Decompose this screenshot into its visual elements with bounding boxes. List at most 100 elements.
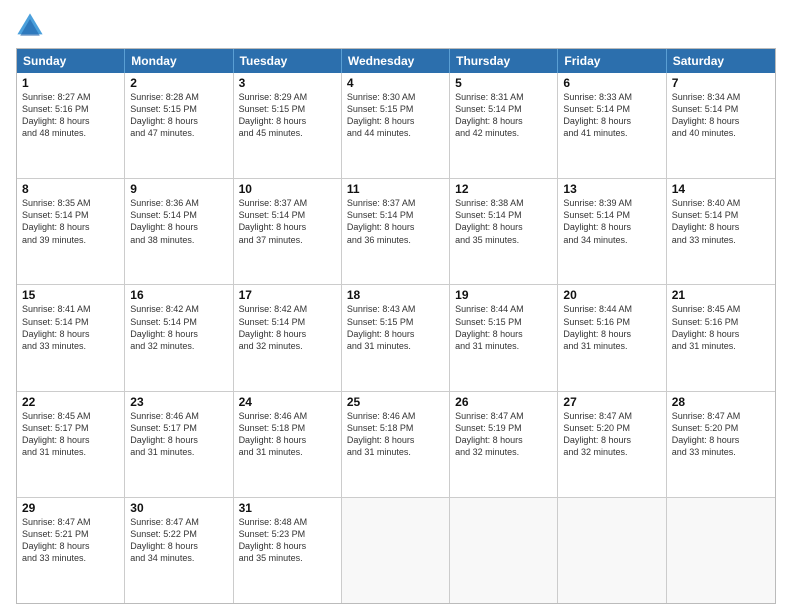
day-info: Sunrise: 8:37 AM Sunset: 5:14 PM Dayligh… (347, 197, 444, 246)
day-info: Sunrise: 8:46 AM Sunset: 5:18 PM Dayligh… (347, 410, 444, 459)
day-number: 25 (347, 395, 444, 409)
calendar-cell: 2Sunrise: 8:28 AM Sunset: 5:15 PM Daylig… (125, 73, 233, 178)
day-number: 6 (563, 76, 660, 90)
day-number: 9 (130, 182, 227, 196)
day-number: 13 (563, 182, 660, 196)
day-info: Sunrise: 8:30 AM Sunset: 5:15 PM Dayligh… (347, 91, 444, 140)
day-number: 10 (239, 182, 336, 196)
day-number: 21 (672, 288, 770, 302)
header-day-monday: Monday (125, 49, 233, 73)
day-number: 4 (347, 76, 444, 90)
logo-icon (16, 12, 44, 40)
day-number: 3 (239, 76, 336, 90)
day-number: 5 (455, 76, 552, 90)
day-number: 24 (239, 395, 336, 409)
calendar-cell: 22Sunrise: 8:45 AM Sunset: 5:17 PM Dayli… (17, 392, 125, 497)
day-number: 14 (672, 182, 770, 196)
day-number: 29 (22, 501, 119, 515)
calendar: SundayMondayTuesdayWednesdayThursdayFrid… (16, 48, 776, 604)
day-number: 26 (455, 395, 552, 409)
calendar-cell: 21Sunrise: 8:45 AM Sunset: 5:16 PM Dayli… (667, 285, 775, 390)
day-info: Sunrise: 8:47 AM Sunset: 5:20 PM Dayligh… (672, 410, 770, 459)
day-number: 17 (239, 288, 336, 302)
calendar-cell: 4Sunrise: 8:30 AM Sunset: 5:15 PM Daylig… (342, 73, 450, 178)
day-number: 1 (22, 76, 119, 90)
calendar-cell: 17Sunrise: 8:42 AM Sunset: 5:14 PM Dayli… (234, 285, 342, 390)
calendar-row-4: 22Sunrise: 8:45 AM Sunset: 5:17 PM Dayli… (17, 392, 775, 498)
day-number: 19 (455, 288, 552, 302)
calendar-cell (667, 498, 775, 603)
header-day-friday: Friday (558, 49, 666, 73)
calendar-cell: 13Sunrise: 8:39 AM Sunset: 5:14 PM Dayli… (558, 179, 666, 284)
header-day-sunday: Sunday (17, 49, 125, 73)
day-number: 27 (563, 395, 660, 409)
calendar-cell: 9Sunrise: 8:36 AM Sunset: 5:14 PM Daylig… (125, 179, 233, 284)
header-day-saturday: Saturday (667, 49, 775, 73)
day-number: 28 (672, 395, 770, 409)
day-info: Sunrise: 8:28 AM Sunset: 5:15 PM Dayligh… (130, 91, 227, 140)
header-day-wednesday: Wednesday (342, 49, 450, 73)
day-info: Sunrise: 8:38 AM Sunset: 5:14 PM Dayligh… (455, 197, 552, 246)
day-number: 12 (455, 182, 552, 196)
calendar-cell: 23Sunrise: 8:46 AM Sunset: 5:17 PM Dayli… (125, 392, 233, 497)
day-info: Sunrise: 8:29 AM Sunset: 5:15 PM Dayligh… (239, 91, 336, 140)
day-info: Sunrise: 8:45 AM Sunset: 5:16 PM Dayligh… (672, 303, 770, 352)
day-info: Sunrise: 8:47 AM Sunset: 5:22 PM Dayligh… (130, 516, 227, 565)
logo (16, 12, 48, 40)
page: SundayMondayTuesdayWednesdayThursdayFrid… (0, 0, 792, 612)
calendar-cell (450, 498, 558, 603)
day-info: Sunrise: 8:31 AM Sunset: 5:14 PM Dayligh… (455, 91, 552, 140)
calendar-cell: 19Sunrise: 8:44 AM Sunset: 5:15 PM Dayli… (450, 285, 558, 390)
day-info: Sunrise: 8:44 AM Sunset: 5:16 PM Dayligh… (563, 303, 660, 352)
day-info: Sunrise: 8:45 AM Sunset: 5:17 PM Dayligh… (22, 410, 119, 459)
day-number: 20 (563, 288, 660, 302)
day-info: Sunrise: 8:34 AM Sunset: 5:14 PM Dayligh… (672, 91, 770, 140)
day-info: Sunrise: 8:46 AM Sunset: 5:17 PM Dayligh… (130, 410, 227, 459)
calendar-cell: 1Sunrise: 8:27 AM Sunset: 5:16 PM Daylig… (17, 73, 125, 178)
day-info: Sunrise: 8:27 AM Sunset: 5:16 PM Dayligh… (22, 91, 119, 140)
header (16, 12, 776, 40)
day-number: 2 (130, 76, 227, 90)
calendar-cell: 6Sunrise: 8:33 AM Sunset: 5:14 PM Daylig… (558, 73, 666, 178)
day-number: 22 (22, 395, 119, 409)
day-info: Sunrise: 8:42 AM Sunset: 5:14 PM Dayligh… (130, 303, 227, 352)
day-info: Sunrise: 8:47 AM Sunset: 5:19 PM Dayligh… (455, 410, 552, 459)
calendar-row-1: 1Sunrise: 8:27 AM Sunset: 5:16 PM Daylig… (17, 73, 775, 179)
day-info: Sunrise: 8:42 AM Sunset: 5:14 PM Dayligh… (239, 303, 336, 352)
day-number: 23 (130, 395, 227, 409)
day-number: 15 (22, 288, 119, 302)
calendar-header: SundayMondayTuesdayWednesdayThursdayFrid… (17, 49, 775, 73)
day-info: Sunrise: 8:39 AM Sunset: 5:14 PM Dayligh… (563, 197, 660, 246)
calendar-cell: 16Sunrise: 8:42 AM Sunset: 5:14 PM Dayli… (125, 285, 233, 390)
header-day-thursday: Thursday (450, 49, 558, 73)
calendar-cell: 5Sunrise: 8:31 AM Sunset: 5:14 PM Daylig… (450, 73, 558, 178)
calendar-cell: 24Sunrise: 8:46 AM Sunset: 5:18 PM Dayli… (234, 392, 342, 497)
calendar-cell: 25Sunrise: 8:46 AM Sunset: 5:18 PM Dayli… (342, 392, 450, 497)
day-info: Sunrise: 8:33 AM Sunset: 5:14 PM Dayligh… (563, 91, 660, 140)
calendar-cell: 8Sunrise: 8:35 AM Sunset: 5:14 PM Daylig… (17, 179, 125, 284)
calendar-cell: 14Sunrise: 8:40 AM Sunset: 5:14 PM Dayli… (667, 179, 775, 284)
calendar-cell: 7Sunrise: 8:34 AM Sunset: 5:14 PM Daylig… (667, 73, 775, 178)
calendar-cell: 11Sunrise: 8:37 AM Sunset: 5:14 PM Dayli… (342, 179, 450, 284)
calendar-cell (558, 498, 666, 603)
calendar-body: 1Sunrise: 8:27 AM Sunset: 5:16 PM Daylig… (17, 73, 775, 603)
calendar-cell (342, 498, 450, 603)
day-info: Sunrise: 8:48 AM Sunset: 5:23 PM Dayligh… (239, 516, 336, 565)
calendar-cell: 27Sunrise: 8:47 AM Sunset: 5:20 PM Dayli… (558, 392, 666, 497)
day-info: Sunrise: 8:35 AM Sunset: 5:14 PM Dayligh… (22, 197, 119, 246)
header-day-tuesday: Tuesday (234, 49, 342, 73)
day-info: Sunrise: 8:36 AM Sunset: 5:14 PM Dayligh… (130, 197, 227, 246)
calendar-cell: 30Sunrise: 8:47 AM Sunset: 5:22 PM Dayli… (125, 498, 233, 603)
calendar-cell: 31Sunrise: 8:48 AM Sunset: 5:23 PM Dayli… (234, 498, 342, 603)
calendar-cell: 3Sunrise: 8:29 AM Sunset: 5:15 PM Daylig… (234, 73, 342, 178)
day-info: Sunrise: 8:40 AM Sunset: 5:14 PM Dayligh… (672, 197, 770, 246)
calendar-cell: 18Sunrise: 8:43 AM Sunset: 5:15 PM Dayli… (342, 285, 450, 390)
day-number: 8 (22, 182, 119, 196)
calendar-cell: 12Sunrise: 8:38 AM Sunset: 5:14 PM Dayli… (450, 179, 558, 284)
day-number: 18 (347, 288, 444, 302)
day-number: 31 (239, 501, 336, 515)
day-number: 11 (347, 182, 444, 196)
calendar-cell: 26Sunrise: 8:47 AM Sunset: 5:19 PM Dayli… (450, 392, 558, 497)
calendar-row-2: 8Sunrise: 8:35 AM Sunset: 5:14 PM Daylig… (17, 179, 775, 285)
calendar-cell: 20Sunrise: 8:44 AM Sunset: 5:16 PM Dayli… (558, 285, 666, 390)
